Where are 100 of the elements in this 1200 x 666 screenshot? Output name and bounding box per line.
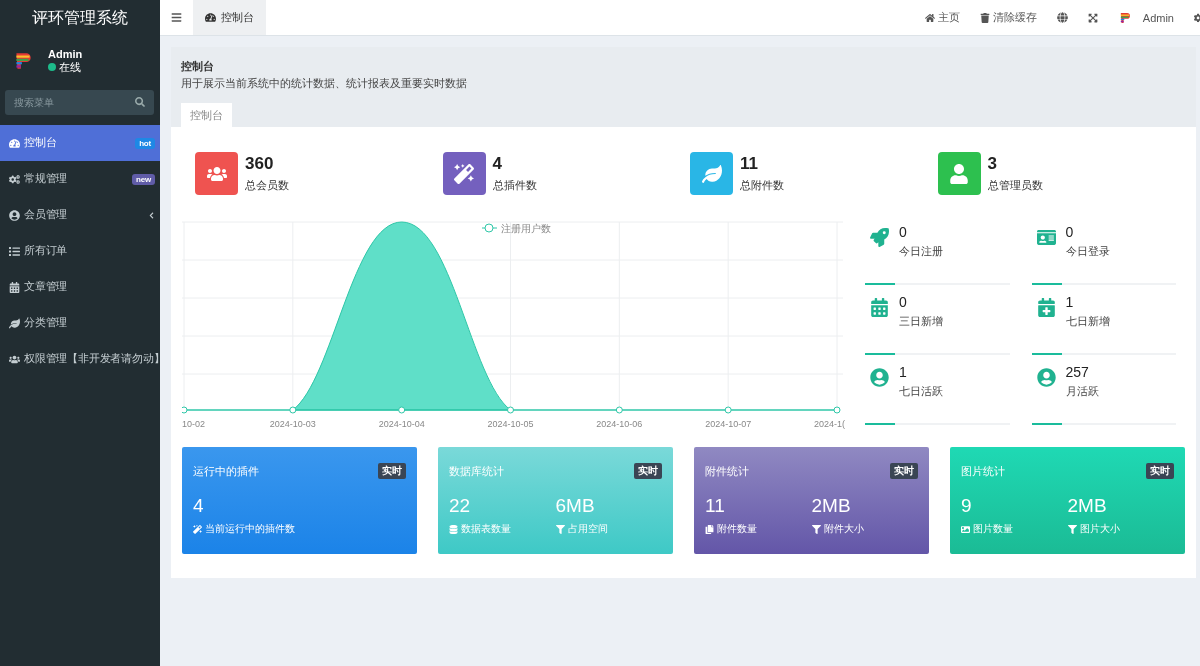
card-label: 当前运行中的插件数 bbox=[205, 522, 295, 536]
menu-item[interactable]: 文章管理 bbox=[0, 269, 160, 305]
card-label: 占用空间 bbox=[567, 522, 608, 536]
stat-label: 七日活跃 bbox=[899, 384, 943, 399]
chart-point bbox=[398, 406, 406, 414]
home-link[interactable]: 主页 bbox=[924, 10, 960, 25]
user-name: Admin bbox=[48, 47, 83, 60]
calendar-icon bbox=[9, 281, 20, 293]
axis-label: 2024-10-07 bbox=[705, 419, 752, 429]
image-icon bbox=[961, 524, 970, 534]
stat-label: 今日登录 bbox=[1065, 244, 1110, 259]
globe-icon[interactable] bbox=[1056, 12, 1068, 23]
stat-label: 月活跃 bbox=[1065, 384, 1099, 399]
stat-value: 3 bbox=[987, 154, 998, 174]
trash-icon bbox=[979, 12, 990, 23]
copy-icon bbox=[705, 524, 714, 534]
filter-icon bbox=[555, 524, 565, 534]
menu-item[interactable]: 权限管理【非开发者请勿动】 bbox=[0, 341, 160, 377]
stat-value: 257 bbox=[1065, 364, 1090, 380]
leaf-icon bbox=[9, 317, 20, 329]
chart-point bbox=[724, 406, 732, 414]
axis-label: 2024-10-05 bbox=[487, 419, 534, 429]
database-icon bbox=[449, 524, 458, 534]
panel-description: 用于展示当前系统中的统计数据、统计报表及重要实时数据 bbox=[181, 76, 468, 91]
card-label: 数据表数量 bbox=[461, 522, 511, 536]
stat-label: 七日新增 bbox=[1065, 314, 1110, 329]
menu-item[interactable]: 会员管理 bbox=[0, 197, 160, 233]
calendar-plus-icon bbox=[1036, 298, 1056, 317]
stat-value: 360 bbox=[245, 154, 275, 174]
menu-item[interactable]: 控制台 hot bbox=[0, 125, 160, 161]
stat-value: 1 bbox=[899, 364, 908, 380]
card-value: 2MB bbox=[1067, 495, 1108, 517]
card-title: 运行中的插件 bbox=[193, 463, 259, 479]
filter-icon bbox=[1067, 524, 1077, 534]
card-label: 图片数量 bbox=[973, 522, 1013, 536]
dashboard-icon bbox=[9, 137, 20, 149]
list-icon bbox=[9, 245, 20, 257]
menu-item[interactable]: 所有订单 bbox=[0, 233, 160, 269]
id-card-icon bbox=[1036, 228, 1056, 247]
magic-wand-icon bbox=[193, 524, 202, 534]
gears-icon bbox=[9, 173, 20, 185]
card-title: 附件统计 bbox=[705, 463, 749, 479]
menu-icon[interactable] bbox=[171, 12, 182, 23]
dashboard-icon bbox=[205, 12, 216, 23]
stat-label: 三日新增 bbox=[899, 314, 943, 329]
card-badge: 实时 bbox=[1146, 463, 1174, 479]
leaf-icon bbox=[690, 152, 733, 195]
card-label: 附件数量 bbox=[717, 522, 757, 536]
axis-label: 10-02 bbox=[182, 419, 206, 429]
card-title: 图片统计 bbox=[961, 463, 1005, 479]
axis-label: 2024-10-06 bbox=[596, 419, 643, 429]
calendar-icon bbox=[870, 298, 889, 317]
card-badge: 实时 bbox=[634, 463, 662, 479]
card-title: 数据库统计 bbox=[449, 463, 504, 479]
stat-value: 0 bbox=[1065, 224, 1075, 240]
stat-label: 总附件数 bbox=[740, 178, 784, 193]
users-icon bbox=[9, 353, 20, 365]
stat-label: 今日注册 bbox=[899, 244, 943, 259]
user-status: 在线 bbox=[48, 59, 83, 75]
card-badge: 实时 bbox=[378, 463, 406, 479]
card-value: 6MB bbox=[555, 495, 596, 517]
chart-point bbox=[289, 406, 297, 414]
stat-label: 总插件数 bbox=[492, 178, 537, 193]
axis-label: 2024-10-04 bbox=[378, 419, 425, 429]
chart-point bbox=[833, 406, 841, 414]
page-tab[interactable]: 控制台 bbox=[193, 0, 266, 35]
card-label: 附件大小 bbox=[823, 522, 864, 536]
home-icon bbox=[924, 12, 935, 23]
user-icon bbox=[937, 152, 981, 195]
axis-label: 2024-1( bbox=[813, 419, 845, 429]
stat-value: 1 bbox=[1065, 294, 1075, 310]
card-value: 4 bbox=[193, 495, 205, 517]
stat-value: 4 bbox=[492, 154, 503, 174]
card-label: 图片大小 bbox=[1079, 522, 1120, 536]
user-menu[interactable]: Admin bbox=[1117, 10, 1174, 25]
menu-item[interactable]: 分类管理 bbox=[0, 305, 160, 341]
fullscreen-icon[interactable] bbox=[1087, 12, 1098, 23]
stat-label: 总会员数 bbox=[245, 178, 289, 193]
legend-marker-icon bbox=[481, 223, 498, 233]
chart-point bbox=[182, 406, 188, 414]
panel-title: 控制台 bbox=[181, 59, 215, 74]
menu-badge: new bbox=[132, 173, 155, 185]
stat-value: 11 bbox=[740, 154, 759, 174]
card-value: 22 bbox=[449, 495, 472, 517]
panel-tab[interactable]: 控制台 bbox=[181, 103, 232, 127]
card-value: 2MB bbox=[811, 495, 852, 517]
legend-label: 注册用户数 bbox=[501, 223, 551, 234]
clear-cache-link[interactable]: 清除缓存 bbox=[979, 10, 1037, 25]
stat-value: 0 bbox=[899, 294, 908, 310]
menu-item[interactable]: 常规管理 new bbox=[0, 161, 160, 197]
axis-label: 2024-10-03 bbox=[269, 419, 316, 429]
search-icon bbox=[135, 97, 145, 107]
rocket-icon bbox=[870, 228, 889, 247]
menu-badge: hot bbox=[135, 137, 155, 149]
card-value: 11 bbox=[705, 495, 726, 517]
stat-value: 0 bbox=[899, 224, 908, 240]
card-badge: 实时 bbox=[890, 463, 918, 479]
search-field[interactable]: 搜索菜单 bbox=[5, 90, 154, 115]
chart-point bbox=[615, 406, 623, 414]
card-value: 9 bbox=[961, 495, 973, 517]
